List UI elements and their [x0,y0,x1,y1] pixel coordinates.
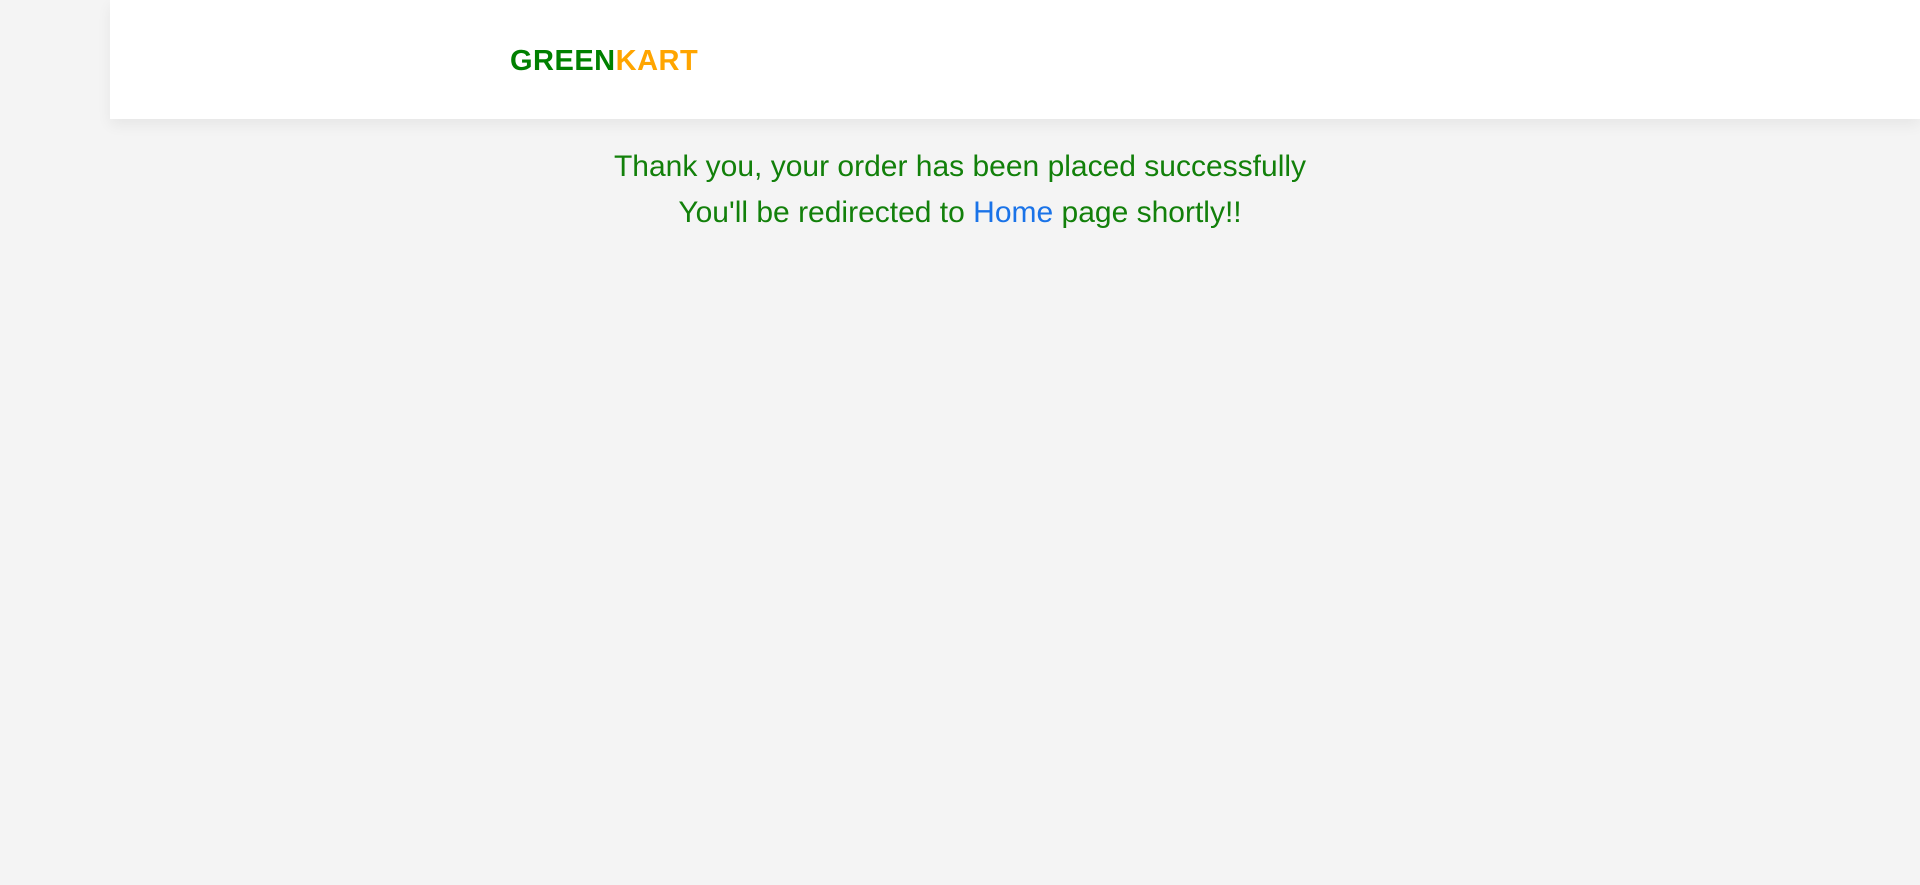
logo-green-text: GREEN [510,45,616,77]
home-link[interactable]: Home [973,196,1053,229]
redirect-text-before: You'll be redirected to [678,196,974,229]
redirect-text-after: page shortly!! [1053,196,1242,229]
logo-kart-text: KART [615,45,699,77]
order-success-text: Thank you, your order has been placed su… [613,150,1307,183]
redirect-text: You'll be redirected to Home page shortl… [0,190,1920,236]
greenkart-logo[interactable]: GREENKART [510,44,698,78]
header-bar: GREENKART [110,0,1920,119]
order-confirmation-message: Thank you, your order has been placed su… [0,144,1920,236]
